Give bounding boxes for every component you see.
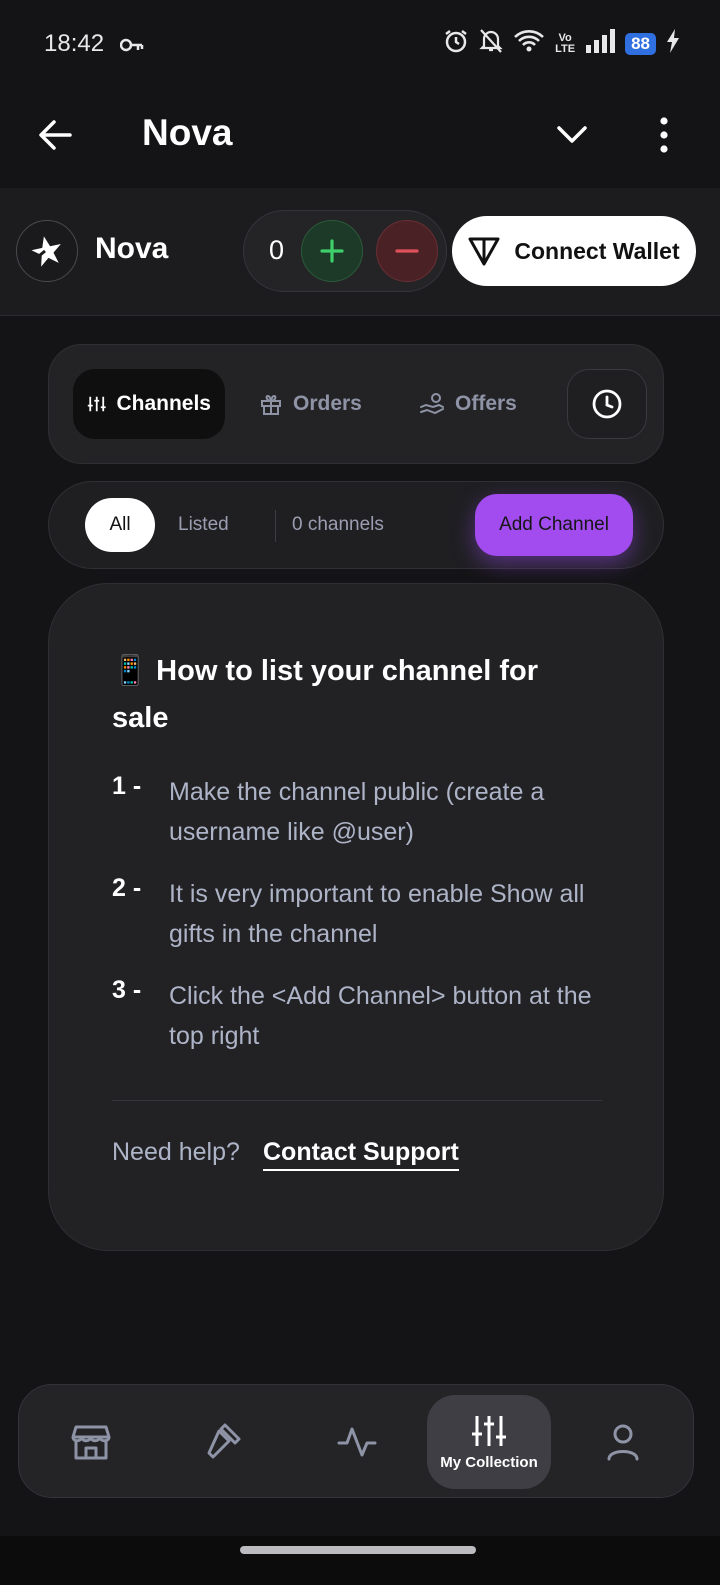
profile-name: Nova: [95, 232, 169, 265]
tabs-card: Channels Orders Offers: [48, 344, 664, 464]
tab-offers[interactable]: Offers: [419, 369, 517, 439]
increment-button[interactable]: [301, 220, 363, 282]
connect-wallet-button[interactable]: Connect Wallet: [452, 216, 696, 286]
decrement-button[interactable]: [376, 220, 438, 282]
avatar[interactable]: [16, 220, 78, 282]
tab-offers-label: Offers: [455, 392, 517, 415]
filter-all-chip[interactable]: All: [85, 498, 155, 552]
user-icon: [607, 1424, 639, 1461]
tab-channels-label: Channels: [116, 392, 211, 415]
contact-support-link[interactable]: Contact Support: [263, 1138, 459, 1171]
nav-item-profile[interactable]: [561, 1395, 685, 1489]
how-to-list-card: 📱 How to list your channel for sale 1 - …: [48, 583, 664, 1251]
connect-wallet-label: Connect Wallet: [514, 237, 680, 264]
tab-channels[interactable]: Channels: [73, 369, 225, 439]
gift-icon: [261, 394, 281, 415]
step-number: 2 -: [112, 874, 142, 902]
filter-listed-chip[interactable]: Listed: [178, 514, 229, 536]
step-number: 1 -: [112, 772, 142, 800]
channel-count: 0 channels: [292, 514, 384, 535]
volte-icon: Vo LTE: [555, 31, 576, 55]
chevron-down-button[interactable]: [554, 116, 590, 152]
nav-item-my-collection[interactable]: My Collection: [427, 1395, 551, 1489]
step-text: Click the <Add Channel> button at the to…: [169, 982, 592, 1050]
card-divider: [112, 1100, 602, 1101]
sliders-icon: [472, 1415, 506, 1446]
signal-icon: [585, 29, 616, 58]
how-to-title: 📱 How to list your channel for sale: [112, 655, 539, 734]
nav-item-auction[interactable]: [162, 1395, 286, 1489]
battery-indicator: 88: [625, 32, 656, 55]
more-menu-button[interactable]: [652, 114, 676, 156]
clock-icon: [592, 389, 622, 419]
app-bar: Nova: [0, 90, 720, 188]
nav-label-my-collection: My Collection: [440, 1453, 538, 1471]
filter-divider: [275, 510, 276, 542]
ton-diamond-icon: [468, 237, 500, 266]
step-number: 3 -: [112, 976, 142, 1004]
tab-orders[interactable]: Orders: [259, 369, 362, 439]
bell-off-icon: [479, 28, 503, 59]
alarm-icon: [443, 28, 469, 59]
need-help-text: Need help?: [112, 1138, 240, 1166]
key-icon: [119, 37, 144, 58]
hammer-icon: [207, 1423, 241, 1459]
minus-icon: [395, 249, 419, 253]
more-vertical-icon: [660, 117, 668, 153]
plus-icon: [320, 239, 344, 263]
bottom-navigation: My Collection: [18, 1384, 694, 1498]
hand-coins-icon: [420, 393, 444, 415]
sliders-icon: [87, 396, 106, 412]
page-title: Nova: [142, 112, 233, 153]
counter-value: 0: [269, 235, 285, 265]
nav-item-activity[interactable]: [295, 1395, 419, 1489]
profile-row: Nova 0 Connect Wallet: [0, 188, 720, 316]
status-icons: Vo LTE 88: [443, 28, 680, 59]
home-indicator[interactable]: [240, 1546, 476, 1554]
step-text: It is very important to enable Show all …: [169, 880, 585, 948]
wifi-icon: [513, 29, 545, 58]
counter-pill: 0: [243, 210, 447, 292]
step-text: Make the channel public (create a userna…: [169, 778, 545, 846]
charging-icon: [666, 29, 680, 58]
activity-icon: [337, 1427, 377, 1457]
star-logo-icon: [31, 236, 61, 267]
chevron-down-icon: [557, 126, 587, 143]
tab-orders-label: Orders: [293, 392, 362, 415]
status-time: 18:42: [44, 30, 105, 57]
arrow-left-icon: [39, 120, 72, 150]
filter-bar: All Listed 0 channels Add Channel: [48, 481, 664, 569]
store-icon: [71, 1425, 111, 1460]
add-channel-button[interactable]: Add Channel: [475, 494, 633, 556]
history-button[interactable]: [567, 369, 647, 439]
nav-item-store[interactable]: [29, 1395, 153, 1489]
system-nav-area: [0, 1536, 720, 1585]
back-button[interactable]: [34, 114, 76, 156]
status-bar: 18:42 Vo LTE 88: [0, 0, 720, 90]
